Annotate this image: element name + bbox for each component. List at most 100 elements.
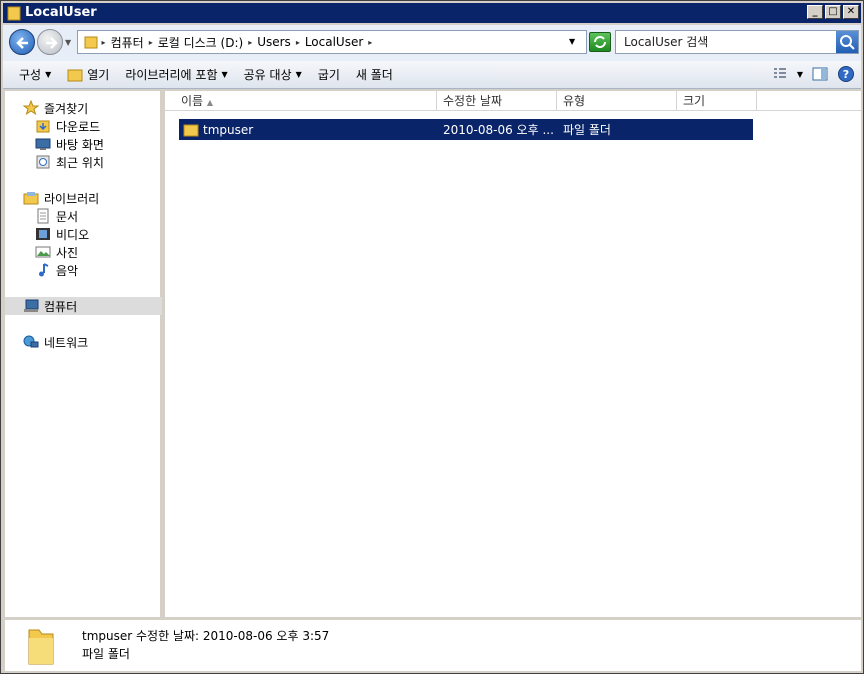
details-pane: tmpuser 수정한 날짜: 2010-08-06 오후 3:57 파일 폴더 <box>5 619 861 671</box>
title-bar[interactable]: LocalUser _ □ ✕ <box>3 3 861 23</box>
documents-icon <box>37 208 49 224</box>
file-list-pane: 이름 ▲ 수정한 날짜 유형 크기 tmpuser 2010-08-06 오후 … <box>165 91 861 617</box>
computer-icon <box>24 299 39 312</box>
videos-icon <box>36 228 50 240</box>
column-size[interactable]: 크기 <box>677 91 757 111</box>
file-type: 파일 폴더 <box>563 123 611 137</box>
share-with-label: 공유 대상 <box>243 68 292 82</box>
search-icon[interactable] <box>836 31 858 53</box>
sidebar-label: 네트워크 <box>44 335 89 350</box>
chevron-right-icon[interactable]: ▸ <box>367 38 373 47</box>
history-dropdown-icon[interactable]: ▼ <box>65 38 71 47</box>
include-in-library-button[interactable]: 라이브러리에 포함 ▼ <box>117 66 235 83</box>
column-size-label: 크기 <box>683 94 706 108</box>
sidebar-item-computer[interactable]: 컴퓨터 <box>5 297 162 315</box>
breadcrumb-localuser[interactable]: LocalUser <box>301 35 367 49</box>
folder-open-icon <box>67 69 83 81</box>
sidebar-item-downloads[interactable]: 다운로드 <box>5 117 162 135</box>
organize-button[interactable]: 구성 ▼ <box>11 66 59 83</box>
sidebar-item-recent-places[interactable]: 최근 위치 <box>5 153 162 171</box>
sidebar-item-documents[interactable]: 문서 <box>5 207 162 225</box>
refresh-button[interactable] <box>589 32 611 52</box>
address-bar[interactable]: ▸ 컴퓨터 ▸ 로컬 디스크 (D:) ▸ Users ▸ LocalUser … <box>77 30 587 54</box>
navigation-pane: 즐겨찾기 다운로드 바탕 화면 최근 위치 라이브러리 문서 비디오 사진 음악… <box>5 91 162 617</box>
address-dropdown-icon[interactable]: ▼ <box>569 37 575 46</box>
caret-down-icon: ▼ <box>45 70 52 79</box>
sidebar-item-libraries[interactable]: 라이브러리 <box>5 189 162 207</box>
sidebar-label: 컴퓨터 <box>44 299 78 314</box>
sidebar-label: 문서 <box>56 209 79 224</box>
forward-button[interactable] <box>37 29 63 55</box>
star-icon <box>23 100 39 116</box>
folder-icon <box>7 6 21 21</box>
sidebar-label: 최근 위치 <box>56 155 104 170</box>
sidebar-item-network[interactable]: 네트워크 <box>5 333 162 351</box>
column-modified-label: 수정한 날짜 <box>443 94 503 108</box>
network-icon <box>23 335 39 348</box>
desktop-icon <box>35 138 51 150</box>
column-modified[interactable]: 수정한 날짜 <box>437 91 557 111</box>
sidebar-label: 사진 <box>56 245 79 260</box>
view-dropdown-icon[interactable]: ▼ <box>797 70 803 79</box>
open-label: 열기 <box>87 68 110 82</box>
burn-button[interactable]: 굽기 <box>310 66 348 83</box>
close-button[interactable]: ✕ <box>843 5 859 19</box>
sidebar-label: 즐겨찾기 <box>44 101 89 116</box>
folder-icon <box>84 36 98 49</box>
sidebar-label: 음악 <box>56 263 79 278</box>
recent-places-icon <box>36 155 50 169</box>
column-name-label: 이름 <box>181 94 204 108</box>
open-button[interactable]: 열기 <box>59 66 117 83</box>
details-type: 파일 폴더 <box>82 647 130 661</box>
sidebar-item-favorites[interactable]: 즐겨찾기 <box>5 99 162 117</box>
folder-icon <box>183 124 199 136</box>
breadcrumb-computer[interactable]: 컴퓨터 <box>107 34 148 51</box>
organize-label: 구성 <box>19 68 42 82</box>
file-name-cell: tmpuser <box>179 122 437 138</box>
search-placeholder: LocalUser 검색 <box>624 35 709 49</box>
sidebar-label: 바탕 화면 <box>56 137 104 152</box>
arrow-left-icon <box>16 37 28 49</box>
arrow-right-icon <box>46 37 58 49</box>
share-with-button[interactable]: 공유 대상 ▼ <box>236 66 310 83</box>
maximize-button[interactable]: □ <box>825 5 841 19</box>
file-name: tmpuser <box>203 122 254 137</box>
column-type[interactable]: 유형 <box>557 91 677 111</box>
pictures-icon <box>35 246 51 258</box>
folder-icon <box>28 629 54 665</box>
column-name[interactable]: 이름 ▲ <box>165 91 437 111</box>
music-note-icon <box>39 263 49 277</box>
downloads-folder-icon <box>36 120 50 133</box>
file-modified: 2010-08-06 오후 ... <box>443 123 554 137</box>
details-summary: tmpuser 수정한 날짜: 2010-08-06 오후 3:57 <box>82 629 330 643</box>
command-bar: 구성 ▼ 열기 라이브러리에 포함 ▼ 공유 대상 ▼ 굽기 새 폴더 ▼ ? <box>3 61 861 89</box>
sidebar-item-music[interactable]: 음악 <box>5 261 162 279</box>
address-row: ▼ ▸ 컴퓨터 ▸ 로컬 디스크 (D:) ▸ Users ▸ LocalUse… <box>3 25 861 61</box>
window-title: LocalUser <box>25 5 97 20</box>
sort-ascending-icon: ▲ <box>206 98 214 107</box>
chevron-right-icon[interactable]: ▸ <box>98 38 107 47</box>
help-icon[interactable]: ? <box>837 65 855 83</box>
explorer-window: LocalUser _ □ ✕ ▼ ▸ 컴퓨터 ▸ 로컬 디스크 (D:) ▸ … <box>0 0 864 674</box>
breadcrumb-users[interactable]: Users <box>253 35 295 49</box>
breadcrumb-local-disk[interactable]: 로컬 디스크 (D:) <box>154 34 247 51</box>
back-button[interactable] <box>9 29 35 55</box>
svg-text:?: ? <box>843 68 849 81</box>
new-folder-button[interactable]: 새 폴더 <box>348 66 401 83</box>
refresh-icon <box>594 36 606 48</box>
minimize-button[interactable]: _ <box>807 5 823 19</box>
include-in-library-label: 라이브러리에 포함 <box>125 68 218 82</box>
sidebar-item-desktop[interactable]: 바탕 화면 <box>5 135 162 153</box>
preview-pane-icon[interactable] <box>811 65 829 83</box>
sidebar-label: 비디오 <box>56 227 90 242</box>
column-header: 이름 ▲ 수정한 날짜 유형 크기 <box>165 91 861 111</box>
library-icon <box>23 192 39 205</box>
view-options-icon[interactable] <box>771 65 789 83</box>
sidebar-item-pictures[interactable]: 사진 <box>5 243 162 261</box>
sidebar-label: 다운로드 <box>56 119 101 134</box>
sidebar-item-videos[interactable]: 비디오 <box>5 225 162 243</box>
new-folder-label: 새 폴더 <box>355 68 393 82</box>
file-row[interactable]: tmpuser 2010-08-06 오후 ... 파일 폴더 <box>179 119 753 140</box>
caret-down-icon: ▼ <box>221 70 228 79</box>
search-input[interactable]: LocalUser 검색 <box>615 30 859 54</box>
